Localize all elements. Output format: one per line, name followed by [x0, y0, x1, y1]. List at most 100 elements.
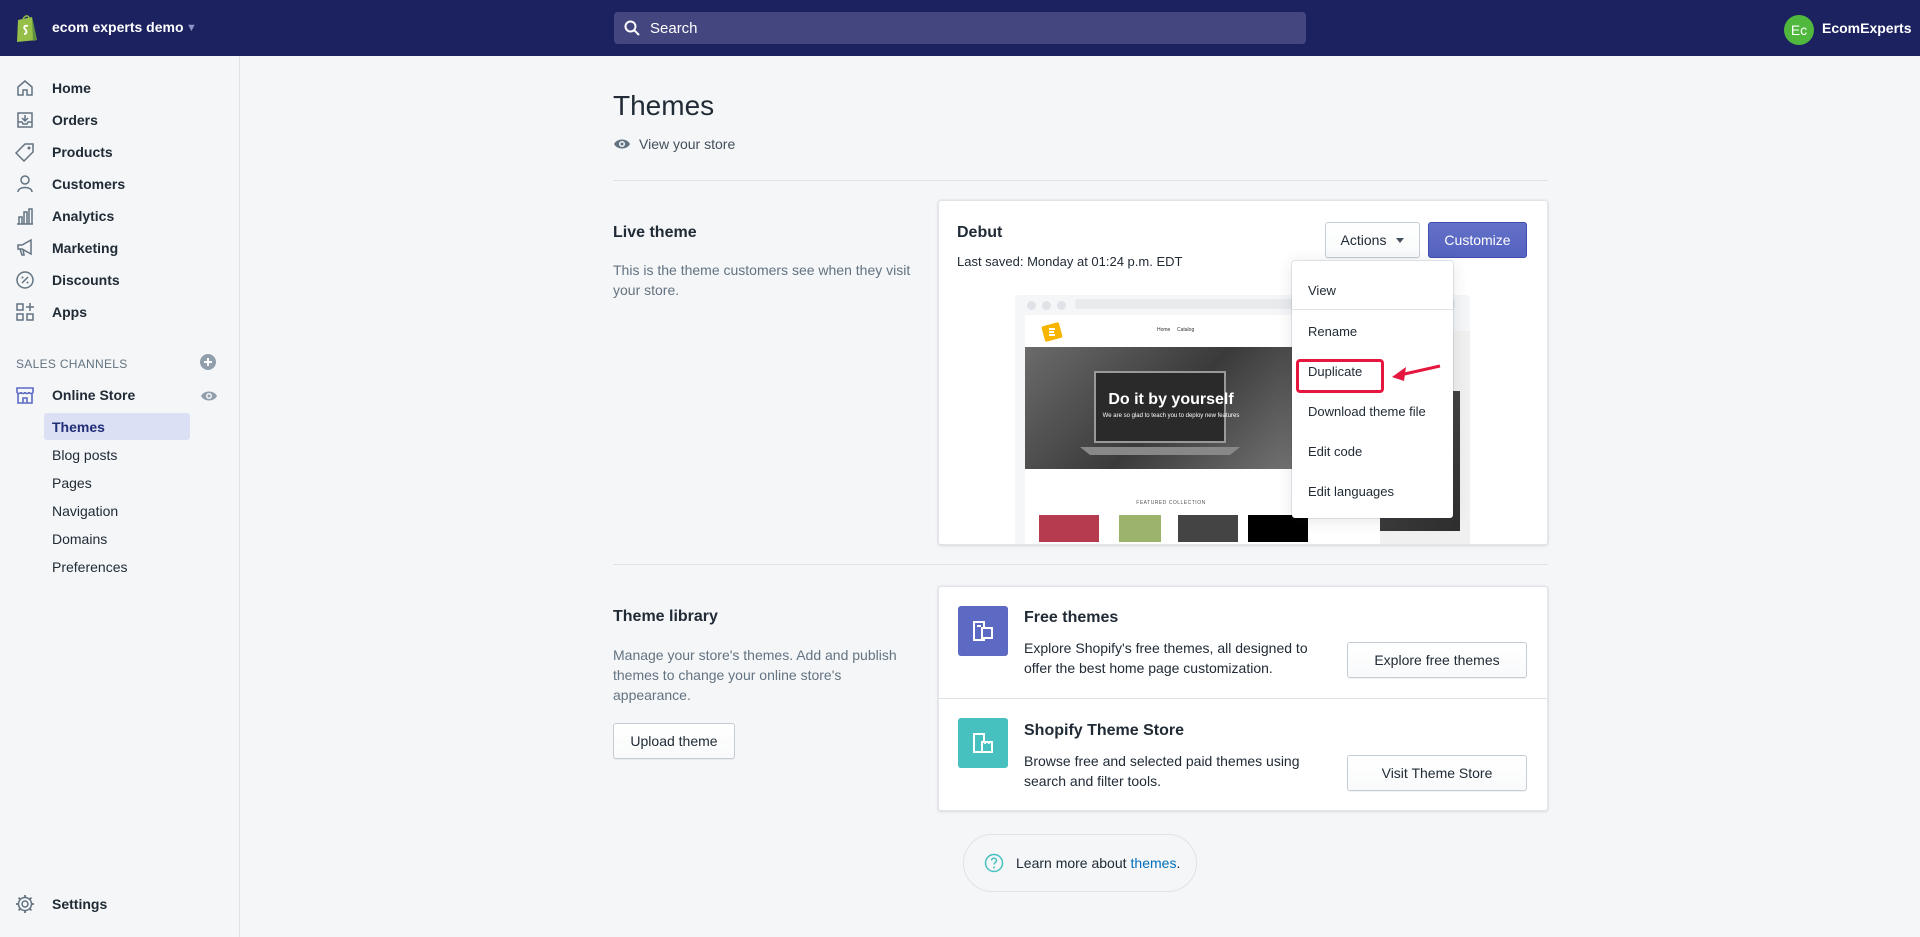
orders-icon — [17, 112, 33, 128]
sidebar-item-label: Customers — [52, 176, 126, 192]
search-bar[interactable] — [614, 12, 1306, 44]
learn-more-period: . — [1176, 855, 1181, 871]
eye-icon — [614, 139, 630, 149]
sidebar-subitem-preferences[interactable]: Preferences — [44, 553, 190, 580]
store-icon — [16, 387, 34, 404]
free-themes-icon — [958, 606, 1008, 656]
themes-link[interactable]: themes — [1131, 855, 1177, 871]
sidebar-item-settings[interactable]: Settings — [0, 888, 240, 920]
brand-logo-icon — [1041, 322, 1063, 342]
sidebar-item-label: Products — [52, 144, 113, 160]
sidebar-item-orders[interactable]: Orders — [0, 104, 240, 136]
page-title: Themes — [613, 90, 715, 121]
sidebar-item-marketing[interactable]: Marketing — [0, 232, 240, 264]
shopify-logo-icon[interactable] — [14, 13, 40, 43]
sidebar-item-home[interactable]: Home — [0, 72, 240, 104]
preview-hero-subtitle: We are so glad to teach you to deploy ne… — [1102, 413, 1240, 419]
sidebar-item-analytics[interactable]: Analytics — [0, 200, 240, 232]
preview-nav-link: Home — [1157, 327, 1171, 333]
preview-hero-title: Do it by yourself — [1108, 391, 1234, 408]
actions-button[interactable]: Actions — [1325, 222, 1420, 258]
live-theme-heading: Live theme — [613, 224, 697, 241]
help-icon — [984, 853, 1004, 873]
preview-nav-link: Catalog — [1177, 327, 1195, 333]
annotation-highlight-box — [1296, 359, 1384, 393]
top-bar: ecom experts demo ▼ Ec EcomExperts — [0, 0, 1920, 56]
discount-icon — [16, 271, 34, 289]
menu-item-edit-code[interactable]: Edit code — [1292, 434, 1453, 468]
sales-channels-title: SALES CHANNELS — [16, 357, 128, 371]
learn-more-text: Learn more about — [1016, 855, 1127, 871]
sidebar-item-label: Settings — [52, 896, 108, 912]
home-icon — [17, 80, 33, 96]
megaphone-icon — [17, 238, 32, 256]
sidebar-subitem-themes[interactable]: Themes — [44, 413, 190, 440]
preview-product-thumb — [1039, 515, 1099, 542]
sidebar-item-label: Orders — [52, 112, 98, 128]
free-themes-description: Explore Shopify's free themes, all desig… — [1024, 640, 1308, 676]
menu-item-rename[interactable]: Rename — [1292, 314, 1453, 348]
card-divider — [938, 698, 1548, 699]
preview-hero: Do it by yourself We are so glad to teac… — [1025, 347, 1317, 469]
sidebar-subitem-pages[interactable]: Pages — [44, 469, 190, 496]
search-icon — [624, 20, 640, 36]
menu-item-edit-languages[interactable]: Edit languages — [1292, 474, 1453, 508]
sidebar-item-apps[interactable]: Apps — [0, 296, 240, 328]
user-name[interactable]: EcomExperts — [1822, 20, 1911, 36]
divider — [613, 564, 1548, 565]
preview-product-thumb — [1178, 515, 1238, 542]
learn-more-callout: Learn more about themes. — [963, 834, 1197, 892]
sidebar-item-label: Analytics — [52, 208, 115, 224]
visit-theme-store-button[interactable]: Visit Theme Store — [1347, 755, 1527, 791]
view-store-label: View your store — [639, 136, 736, 152]
menu-item-view[interactable]: View — [1292, 273, 1453, 307]
sidebar-item-discounts[interactable]: Discounts — [0, 264, 240, 296]
theme-store-icon — [958, 718, 1008, 768]
chevron-down-icon[interactable]: ▼ — [186, 22, 197, 34]
add-channel-icon[interactable] — [200, 354, 216, 370]
laptop-image-icon — [1080, 371, 1240, 455]
theme-library-description: Manage your store's themes. Add and publ… — [613, 647, 897, 703]
sidebar-item-customers[interactable]: Customers — [0, 168, 240, 200]
view-store-link[interactable]: View your store — [613, 136, 735, 152]
theme-name: Debut — [957, 224, 1003, 241]
avatar[interactable]: Ec — [1784, 15, 1814, 45]
eye-icon[interactable] — [200, 389, 218, 403]
search-input[interactable] — [650, 19, 1250, 37]
tag-icon — [15, 143, 34, 162]
sidebar: Home Orders Products Customers Analytics… — [0, 56, 240, 937]
preview-product-thumb — [1119, 515, 1161, 542]
sidebar-item-label: Home — [52, 80, 91, 96]
sidebar-item-label: Discounts — [52, 272, 120, 288]
sidebar-subitem-blog-posts[interactable]: Blog posts — [44, 441, 190, 468]
person-icon — [17, 175, 33, 193]
store-name[interactable]: ecom experts demo — [52, 19, 184, 35]
theme-store-title: Shopify Theme Store — [1024, 722, 1185, 739]
menu-divider — [1292, 309, 1453, 310]
divider — [613, 180, 1548, 181]
actions-label: Actions — [1340, 232, 1387, 248]
sidebar-item-products[interactable]: Products — [0, 136, 240, 168]
free-themes-title: Free themes — [1024, 609, 1119, 626]
sidebar-subitem-navigation[interactable]: Navigation — [44, 497, 190, 524]
upload-theme-button[interactable]: Upload theme — [613, 723, 735, 759]
live-theme-description: This is the theme customers see when the… — [613, 262, 911, 298]
theme-store-description: Browse free and selected paid themes usi… — [1024, 753, 1300, 789]
browser-dot-icon — [1057, 301, 1066, 310]
sidebar-subitem-domains[interactable]: Domains — [44, 525, 190, 552]
sidebar-item-label: Apps — [52, 304, 87, 320]
last-saved: Last saved: Monday at 01:24 p.m. EDT — [957, 254, 1183, 269]
gear-icon — [16, 895, 34, 913]
caret-down-icon — [1396, 237, 1405, 243]
theme-library-heading: Theme library — [613, 608, 718, 625]
explore-free-themes-button[interactable]: Explore free themes — [1347, 642, 1527, 678]
preview-featured-label: FEATURED COLLECTION — [1136, 500, 1206, 506]
customize-button[interactable]: Customize — [1428, 222, 1527, 258]
browser-dot-icon — [1042, 301, 1051, 310]
sidebar-item-label: Marketing — [52, 240, 119, 256]
apps-icon — [16, 303, 34, 321]
sidebar-item-label: Online Store — [52, 387, 136, 403]
annotation-arrow-icon — [1392, 364, 1441, 381]
menu-item-download-theme-file[interactable]: Download theme file — [1292, 394, 1453, 428]
bar-chart-icon — [17, 208, 33, 225]
